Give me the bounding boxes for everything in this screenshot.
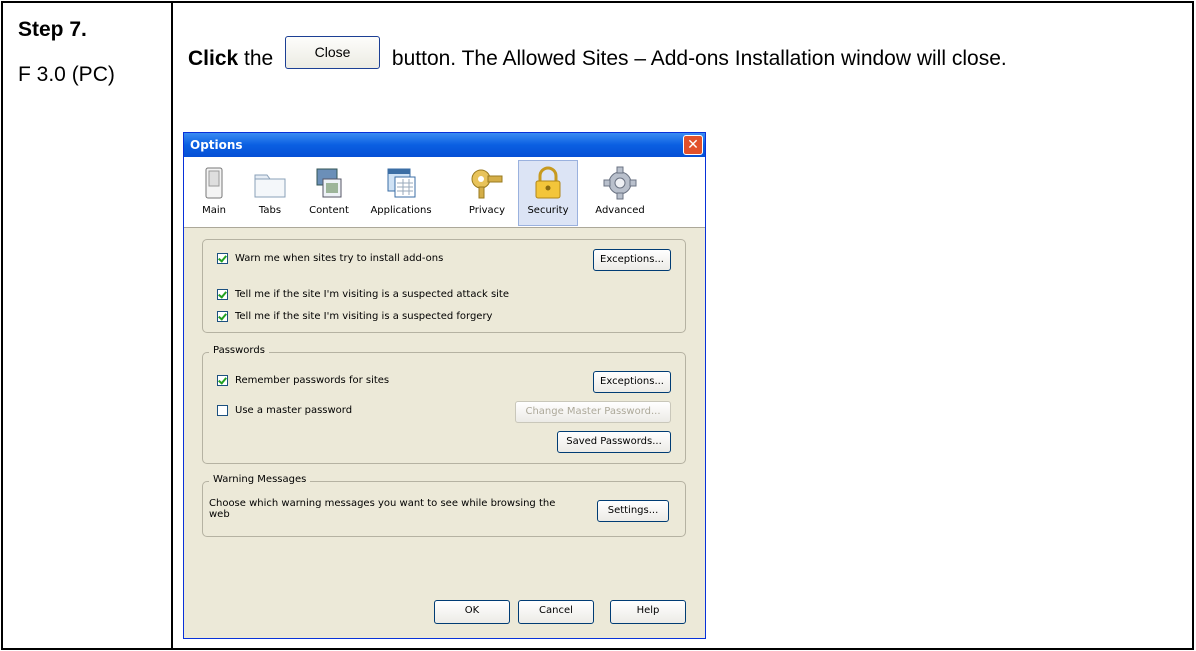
addons-group: Warn me when sites try to install add-on… [202, 239, 686, 333]
instruction-post: button. The Allowed Sites – Add-ons Inst… [386, 47, 1007, 70]
remember-passwords-checkbox[interactable] [217, 375, 228, 386]
dialog-titlebar: Options ✕ [184, 133, 705, 157]
options-dialog: Options ✕ Main Tabs Content Applications… [183, 132, 706, 639]
saved-passwords-button[interactable]: Saved Passwords... [557, 431, 671, 453]
master-password-row[interactable]: Use a master password [217, 405, 352, 416]
step-title: Step 7. [18, 18, 87, 41]
folder-tab-icon [252, 165, 288, 201]
close-button-sample: Close [285, 36, 381, 69]
attack-site-checkbox[interactable] [217, 289, 228, 300]
tab-advanced-label: Advanced [595, 205, 645, 216]
tab-tabs[interactable]: Tabs [244, 161, 296, 225]
tab-main-label: Main [202, 205, 226, 216]
tab-content-label: Content [309, 205, 349, 216]
help-button[interactable]: Help [610, 600, 686, 624]
ok-button[interactable]: OK [434, 600, 510, 624]
settings-button[interactable]: Settings... [597, 500, 669, 522]
warn-addons-checkbox[interactable] [217, 253, 228, 264]
tab-content[interactable]: Content [300, 161, 358, 225]
tab-security-label: Security [527, 205, 569, 216]
tab-applications[interactable]: Applications [362, 161, 440, 225]
instruction-verb: Click [188, 47, 239, 70]
passwords-legend: Passwords [209, 345, 269, 356]
cancel-button[interactable]: Cancel [518, 600, 594, 624]
addons-exceptions-button[interactable]: Exceptions... [593, 249, 671, 271]
forgery-label: Tell me if the site I'm visiting is a su… [235, 311, 493, 322]
warn-addons-row[interactable]: Warn me when sites try to install add-on… [217, 253, 443, 264]
attack-site-label: Tell me if the site I'm visiting is a su… [235, 289, 509, 300]
dialog-title: Options [190, 138, 243, 152]
lock-icon [530, 165, 566, 201]
warn-addons-label: Warn me when sites try to install add-on… [235, 253, 444, 264]
tab-applications-label: Applications [370, 205, 432, 216]
warning-messages-legend: Warning Messages [209, 474, 311, 485]
tab-tabs-label: Tabs [258, 205, 282, 216]
tab-security[interactable]: Security [518, 160, 578, 226]
switch-icon [196, 165, 232, 201]
key-icon [469, 165, 505, 201]
close-button-sample-label: Close [314, 44, 351, 60]
content-icon [311, 165, 347, 201]
remember-passwords-label: Remember passwords for sites [235, 375, 390, 386]
master-password-checkbox[interactable] [217, 405, 228, 416]
warning-messages-text: Choose which warning messages you want t… [209, 498, 556, 520]
gear-icon [602, 165, 638, 201]
forgery-row[interactable]: Tell me if the site I'm visiting is a su… [217, 311, 492, 322]
passwords-group: Passwords Remember passwords for sites E… [202, 345, 686, 464]
tab-main[interactable]: Main [188, 161, 240, 225]
options-toolbar: Main Tabs Content Applications Privacy S… [184, 157, 705, 228]
step-subtitle: F 3.0 (PC) [18, 63, 115, 86]
tab-privacy-label: Privacy [468, 205, 506, 216]
change-master-password-button: Change Master Password... [515, 401, 671, 423]
instruction-text: Click the Close button. The Allowed Site… [188, 36, 1178, 72]
tab-advanced[interactable]: Advanced [584, 161, 656, 225]
master-password-label: Use a master password [235, 405, 353, 416]
instruction-pre: the [238, 47, 280, 70]
applications-icon [383, 165, 419, 201]
remember-passwords-row[interactable]: Remember passwords for sites [217, 375, 389, 386]
passwords-exceptions-button[interactable]: Exceptions... [593, 371, 671, 393]
attack-site-row[interactable]: Tell me if the site I'm visiting is a su… [217, 289, 509, 300]
close-icon[interactable]: ✕ [683, 135, 703, 155]
warning-messages-group: Warning Messages Choose which warning me… [202, 474, 686, 537]
table-divider [171, 1, 173, 650]
forgery-checkbox[interactable] [217, 311, 228, 322]
tab-privacy[interactable]: Privacy [460, 161, 514, 225]
